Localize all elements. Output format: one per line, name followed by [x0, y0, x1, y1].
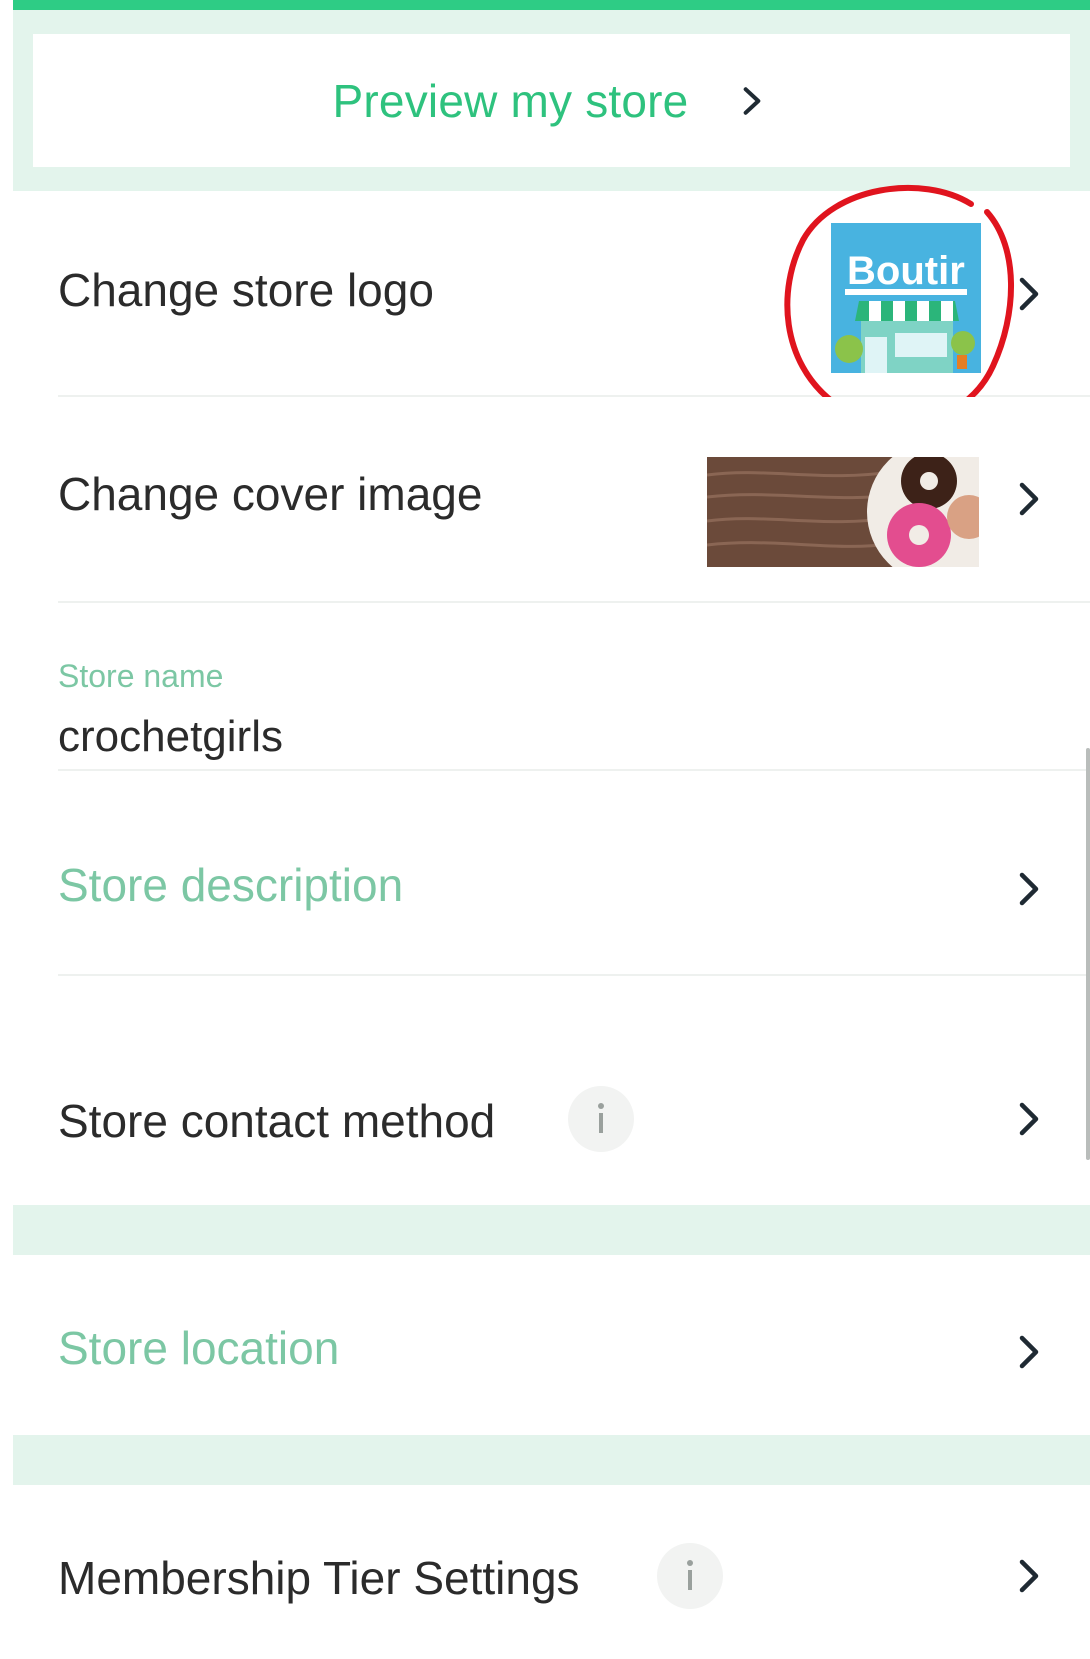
change-store-logo-label: Change store logo [58, 264, 434, 316]
store-contact-method-label: Store contact method [58, 1095, 496, 1147]
membership-tier-settings-row[interactable]: Membership Tier Settings [13, 1485, 1090, 1659]
chevron-right-icon [1019, 482, 1039, 516]
store-contact-method-row[interactable]: Store contact method [13, 976, 1090, 1205]
scrollbar[interactable] [1086, 748, 1090, 1160]
chevron-right-icon [1019, 1559, 1039, 1593]
info-icon[interactable] [657, 1543, 723, 1609]
store-name-label: Store name [58, 658, 224, 694]
preview-band: Preview my store [13, 10, 1090, 191]
store-settings-screen: Preview my store Change store logo Bouti… [13, 0, 1090, 1659]
store-location-row[interactable]: Store location [13, 1255, 1090, 1435]
store-location-label: Store location [58, 1322, 340, 1374]
section-gap [13, 1435, 1090, 1485]
info-icon[interactable] [568, 1086, 634, 1152]
membership-tier-settings-label: Membership Tier Settings [58, 1552, 580, 1604]
chevron-right-icon [1019, 1335, 1039, 1369]
top-accent-bar [13, 0, 1090, 10]
cover-image-thumbnail[interactable] [707, 457, 979, 567]
store-name-input[interactable]: crochetgirls [58, 712, 283, 762]
cover-photo-donuts [707, 457, 979, 567]
change-cover-image-label: Change cover image [58, 468, 483, 520]
store-description-row[interactable]: Store description [13, 771, 1090, 976]
section-gap [13, 1205, 1090, 1255]
preview-my-store-label: Preview my store [332, 74, 689, 127]
preview-my-store-button[interactable]: Preview my store [33, 34, 1070, 167]
chevron-right-icon [1019, 1102, 1039, 1136]
chevron-right-icon [744, 86, 761, 115]
chevron-right-icon [1019, 872, 1039, 906]
store-description-label: Store description [58, 859, 404, 911]
